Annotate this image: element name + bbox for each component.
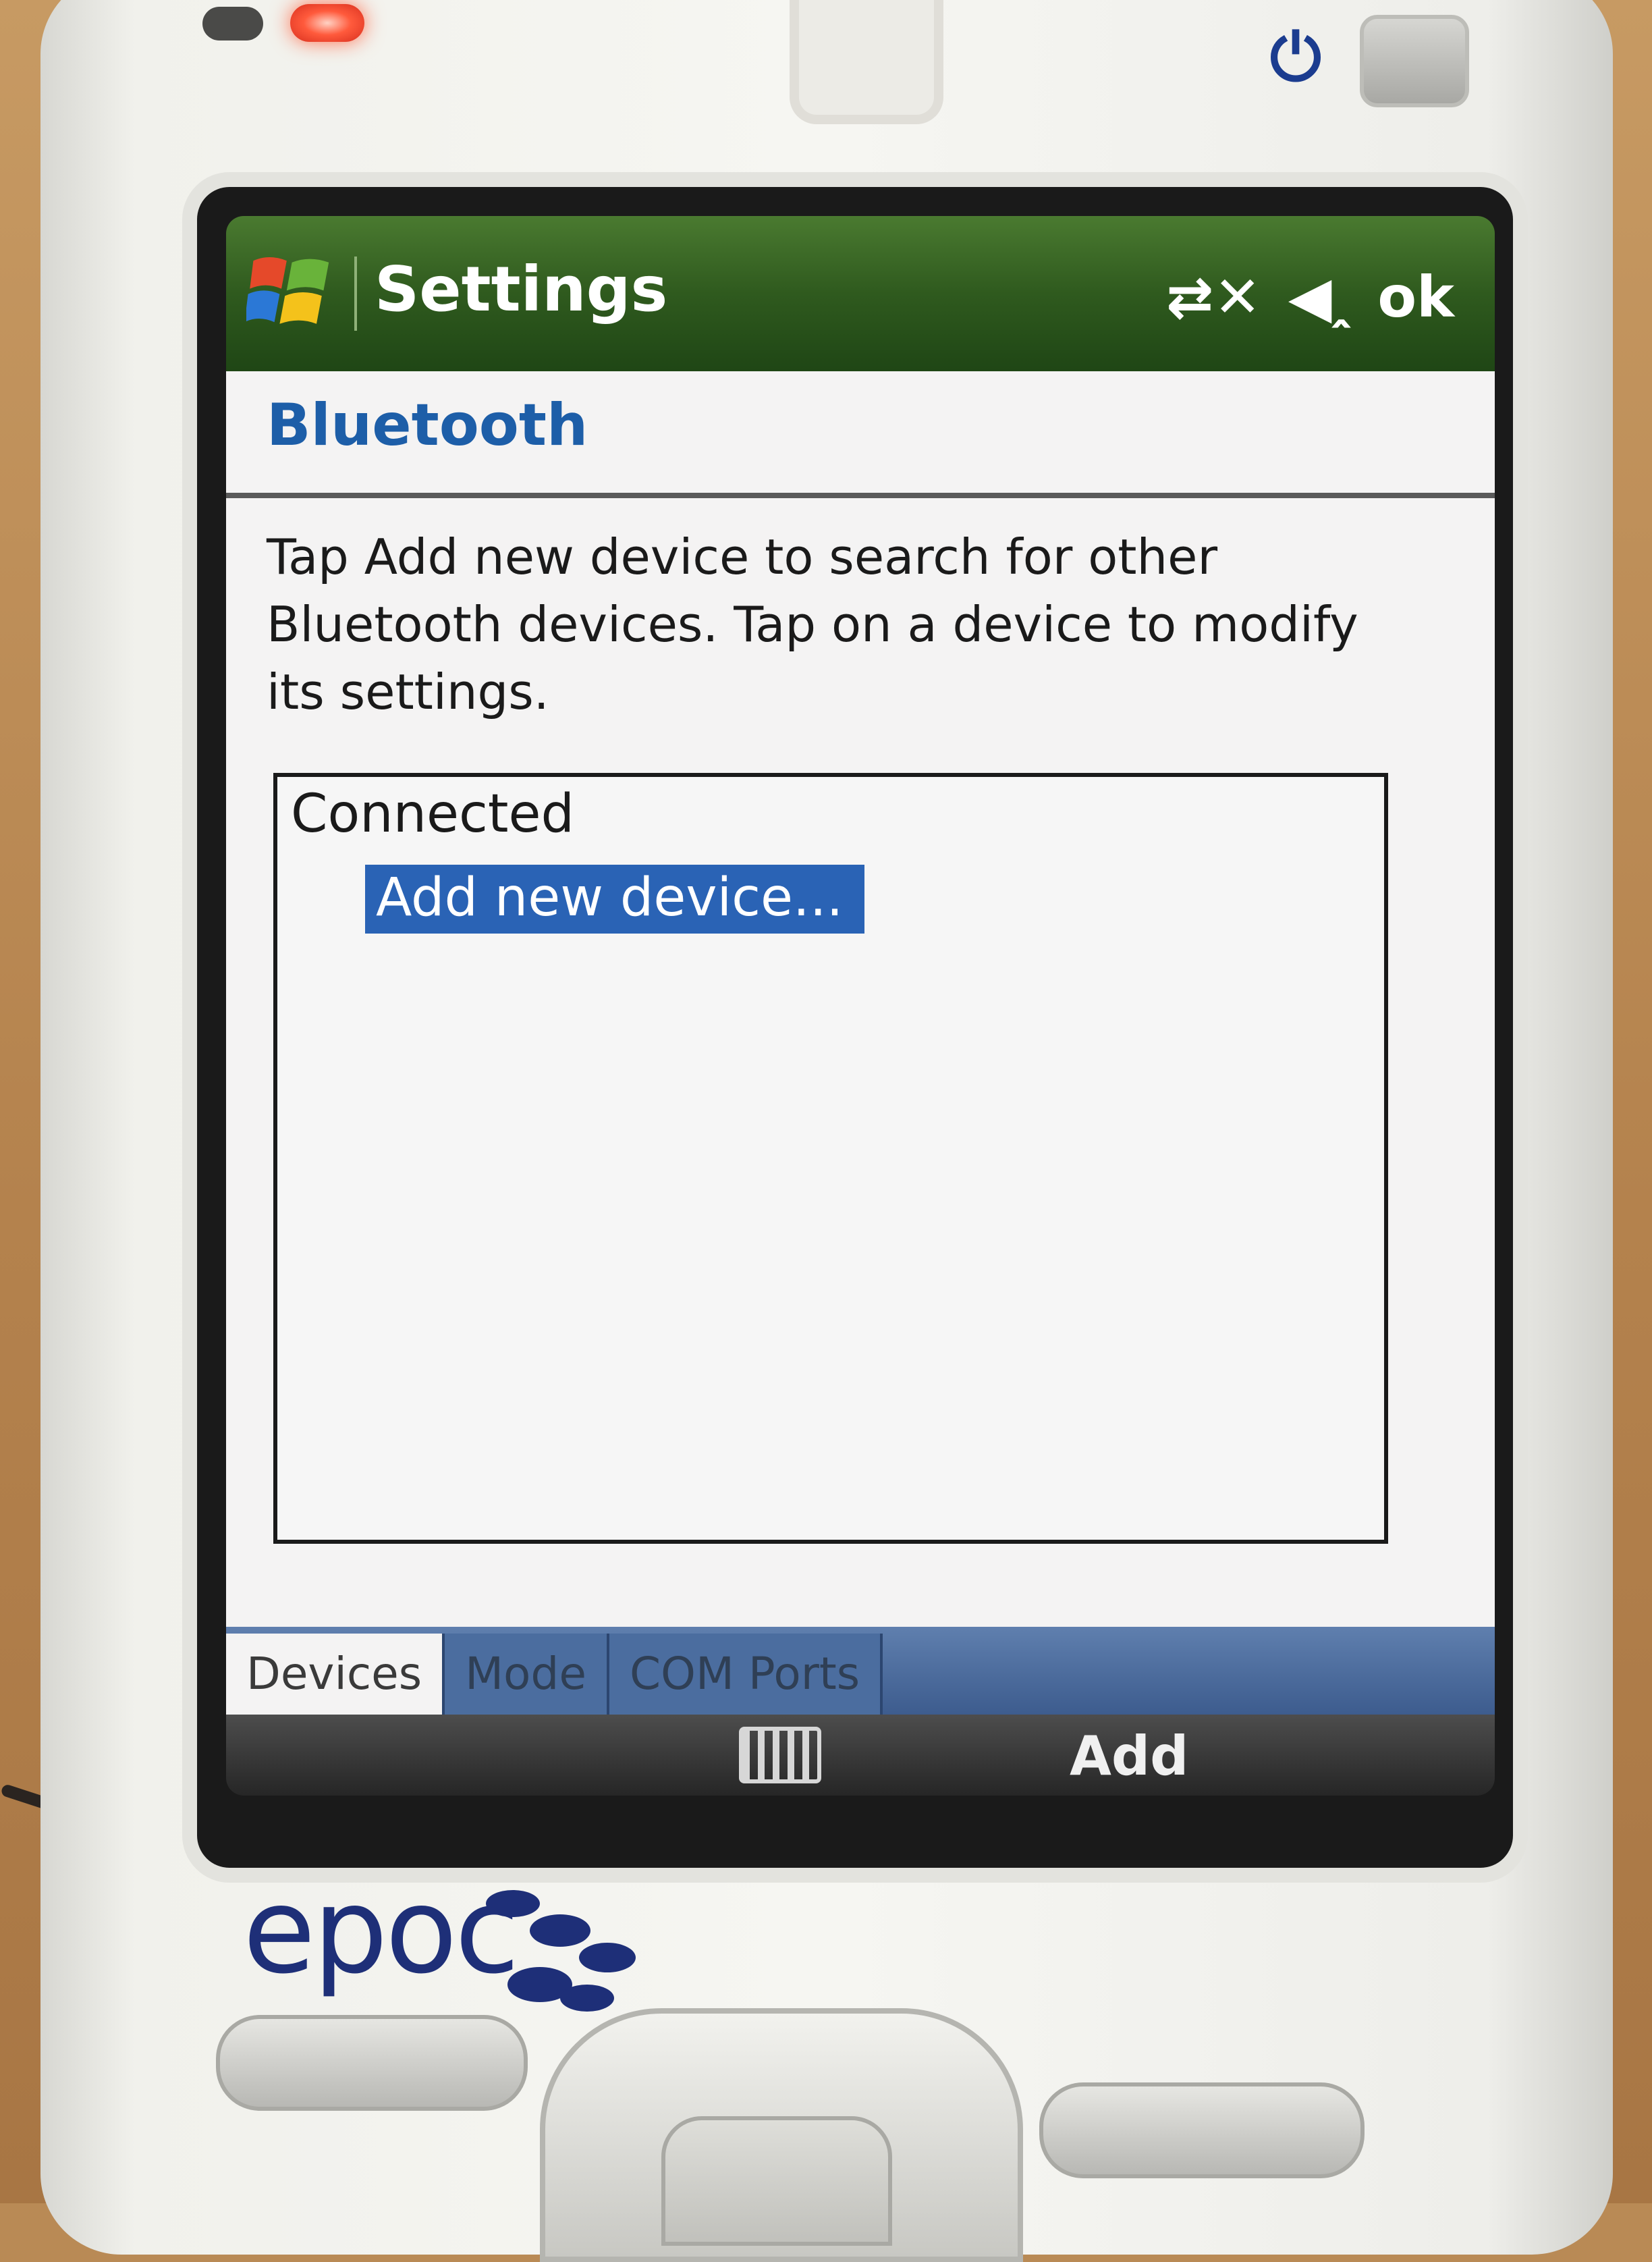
- right-softkey-hardware-button[interactable]: [1039, 2082, 1365, 2178]
- title-bar: Settings ⇄✕ ◀ꞈ ok: [226, 216, 1495, 371]
- keyboard-icon[interactable]: [739, 1727, 821, 1783]
- content-area: Bluetooth Tap Add new device to search f…: [226, 371, 1495, 1627]
- tab-mode[interactable]: Mode: [445, 1634, 609, 1715]
- device-top-logo: [790, 0, 943, 124]
- page-heading: Bluetooth: [267, 392, 588, 459]
- screen: Settings ⇄✕ ◀ꞈ ok Bluetooth Tap Add new …: [226, 216, 1495, 1796]
- heading-divider: [226, 493, 1495, 498]
- brand-logo-dots: [486, 1890, 636, 2012]
- device-list[interactable]: Connected Add new device...: [273, 773, 1388, 1544]
- tab-bar: Devices Mode COM Ports: [226, 1627, 1495, 1715]
- window-title: Settings: [375, 253, 668, 325]
- add-softkey-button[interactable]: Add: [1070, 1725, 1188, 1787]
- windows-start-icon[interactable]: [246, 248, 334, 336]
- dpad-center-button[interactable]: [661, 2116, 892, 2246]
- connectivity-off-icon[interactable]: ⇄✕: [1166, 264, 1261, 330]
- power-button[interactable]: [1360, 15, 1469, 107]
- power-icon: ⏻: [1270, 20, 1321, 95]
- instructions-text: Tap Add new device to search for other B…: [267, 529, 1358, 720]
- softkey-bar: Add: [226, 1715, 1495, 1796]
- status-led-off: [202, 7, 263, 41]
- tab-devices[interactable]: Devices: [226, 1634, 445, 1715]
- title-divider: [354, 257, 357, 331]
- add-new-device-item[interactable]: Add new device...: [365, 865, 865, 934]
- list-group-connected: Connected: [291, 784, 575, 844]
- speaker-icon[interactable]: ◀ꞈ: [1288, 264, 1351, 330]
- left-softkey-hardware-button[interactable]: [216, 2015, 528, 2111]
- status-led-red: [290, 4, 364, 42]
- tab-com-ports[interactable]: COM Ports: [609, 1634, 883, 1715]
- status-area: ⇄✕ ◀ꞈ ok: [1166, 257, 1454, 338]
- ok-button[interactable]: ok: [1377, 264, 1454, 330]
